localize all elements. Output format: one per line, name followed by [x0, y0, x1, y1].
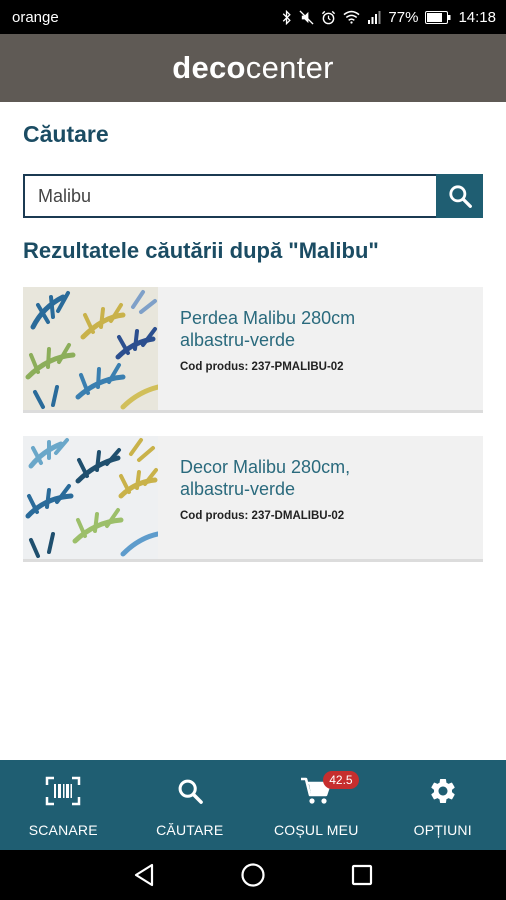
- barcode-scan-icon: [46, 776, 81, 806]
- nav-cart-label: COȘUL MEU: [273, 822, 359, 838]
- main-content: Căutare Rezultatele căutării după "Malib…: [0, 102, 506, 760]
- clock: 14:18: [458, 8, 496, 26]
- battery-percent: 77%: [388, 8, 419, 26]
- product-code: Cod produs: 237-PMALIBU-02: [180, 361, 344, 373]
- app-header: decocenter: [0, 34, 506, 102]
- result-info: Decor Malibu 280cm, albastru-verde Cod p…: [158, 436, 410, 559]
- nav-scan[interactable]: SCANARE: [0, 760, 126, 850]
- search-icon: [448, 185, 472, 208]
- search-icon: [178, 779, 203, 804]
- logo-regular-part: center: [245, 50, 334, 85]
- bluetooth-icon: [283, 9, 292, 25]
- result-info: Perdea Malibu 280cm albastru-verde Cod p…: [158, 287, 410, 410]
- nav-search-label: CĂUTARE: [156, 822, 224, 838]
- carrier-name: orange: [12, 8, 59, 26]
- mute-icon: [299, 9, 314, 25]
- signal-icon: [368, 11, 381, 24]
- status-icons: 77% 14:18: [282, 9, 496, 26]
- search-button[interactable]: [436, 174, 483, 218]
- gear-icon: [431, 779, 455, 803]
- status-bar: orange 77% 14:18: [0, 0, 506, 34]
- result-item[interactable]: Perdea Malibu 280cm albastru-verde Cod p…: [23, 287, 483, 413]
- nav-search[interactable]: CĂUTARE: [127, 760, 253, 850]
- logo: decocenter: [172, 50, 334, 86]
- product-code: Cod produs: 237-DMALIBU-02: [180, 510, 345, 522]
- back-icon[interactable]: [133, 863, 155, 887]
- nav-cart[interactable]: 42.5 COȘUL MEU: [253, 760, 379, 850]
- android-nav-bar: [0, 850, 506, 900]
- alarm-icon: [322, 10, 336, 24]
- recents-icon[interactable]: [351, 864, 373, 886]
- cart-badge: 42.5: [323, 771, 359, 789]
- battery-icon: [425, 10, 451, 24]
- bottom-nav: SCANARE CĂUTARE 42.5 COȘUL MEU OPȚIUNI: [0, 760, 506, 850]
- product-image: [23, 436, 158, 559]
- logo-bold-part: deco: [172, 50, 246, 85]
- search-bar: [23, 174, 483, 218]
- product-name: Decor Malibu 280cm, albastru-verde: [180, 457, 351, 499]
- product-name: Perdea Malibu 280cm albastru-verde: [180, 308, 356, 350]
- results-title: Rezultatele căutării după "Malibu": [23, 238, 379, 263]
- search-input[interactable]: [23, 174, 436, 218]
- result-item[interactable]: Decor Malibu 280cm, albastru-verde Cod p…: [23, 436, 483, 562]
- nav-options[interactable]: OPȚIUNI: [380, 760, 506, 850]
- page-title: Căutare: [23, 121, 109, 147]
- nav-scan-label: SCANARE: [28, 822, 98, 838]
- product-image: [23, 287, 158, 410]
- home-icon[interactable]: [240, 862, 266, 888]
- nav-options-label: OPȚIUNI: [413, 822, 472, 838]
- wifi-icon: [343, 10, 360, 24]
